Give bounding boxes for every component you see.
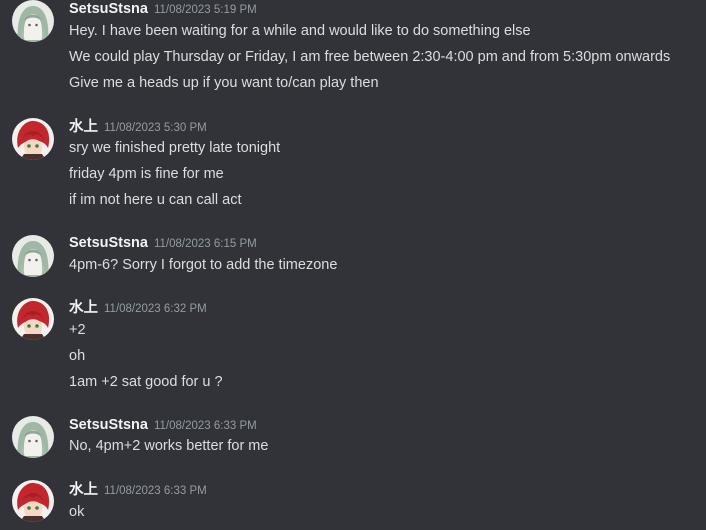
username[interactable]: SetsuStsna xyxy=(69,1,148,17)
message-text: No, 4pm+2 works better for me xyxy=(69,438,269,454)
green-haired-girl-avatar-icon xyxy=(12,416,54,458)
avatar[interactable] xyxy=(12,298,54,340)
message-text: +2 xyxy=(69,322,86,338)
avatar[interactable] xyxy=(12,118,54,160)
message-header: 水上 11/08/2023 5:30 PM xyxy=(69,117,207,138)
message-header: SetsuStsna 11/08/2023 5:19 PM xyxy=(69,0,257,20)
avatar[interactable] xyxy=(12,416,54,458)
timestamp: 11/08/2023 6:15 PM xyxy=(153,238,257,250)
red-haired-character-avatar-icon xyxy=(12,480,54,522)
username[interactable]: 水上 xyxy=(69,119,98,135)
red-haired-character-avatar-icon xyxy=(12,118,54,160)
timestamp: 11/08/2023 6:33 PM xyxy=(153,420,257,432)
red-haired-character-avatar-icon xyxy=(12,298,54,340)
message-text: oh xyxy=(69,348,86,364)
message-text: if im not here u can call act xyxy=(69,192,242,208)
green-haired-girl-avatar-icon xyxy=(12,235,54,277)
username[interactable]: 水上 xyxy=(69,482,98,498)
username[interactable]: 水上 xyxy=(69,300,98,316)
message-group: 水上 11/08/2023 6:32 PM +2 oh 1am +2 sat go… xyxy=(0,296,706,396)
avatar[interactable] xyxy=(12,0,54,42)
message-text: 4pm-6? Sorry I forgot to add the timezon… xyxy=(69,257,338,273)
avatar[interactable] xyxy=(12,480,54,522)
timestamp: 11/08/2023 5:19 PM xyxy=(153,4,257,16)
message-group: 水上 11/08/2023 6:33 PM ok xyxy=(0,478,706,530)
message-group: SetsuStsna 11/08/2023 6:15 PM 4pm-6? Sorr… xyxy=(0,233,706,281)
timestamp: 11/08/2023 6:33 PM xyxy=(104,485,207,497)
message-header: 水上 11/08/2023 6:32 PM xyxy=(69,298,207,319)
green-haired-girl-avatar-icon xyxy=(12,0,54,42)
message-text: sry we finished pretty late tonight xyxy=(69,140,281,156)
username[interactable]: SetsuStsna xyxy=(69,417,148,433)
message-header: SetsuStsna 11/08/2023 6:15 PM xyxy=(69,233,257,254)
username[interactable]: SetsuStsna xyxy=(69,235,148,251)
message-text: Give me a heads up if you want to/can pl… xyxy=(69,75,379,91)
message-text: Hey. I have been waiting for a while and… xyxy=(69,23,531,39)
message-header: SetsuStsna 11/08/2023 6:33 PM xyxy=(69,415,257,436)
timestamp: 11/08/2023 6:32 PM xyxy=(104,303,207,315)
message-group: SetsuStsna 11/08/2023 6:33 PM No, 4pm+2 w… xyxy=(0,414,706,462)
timestamp: 11/08/2023 5:30 PM xyxy=(104,122,207,134)
message-text: We could play Thursday or Friday, I am f… xyxy=(69,49,671,65)
message-group: SetsuStsna 11/08/2023 5:19 PM Hey. I have… xyxy=(0,0,706,100)
avatar[interactable] xyxy=(12,235,54,277)
message-text: ok xyxy=(69,504,85,520)
message-header: 水上 11/08/2023 6:33 PM xyxy=(69,480,207,501)
chat-messages: SetsuStsna 11/08/2023 5:19 PM Hey. I have… xyxy=(0,0,706,530)
message-text: 1am +2 sat good for u ? xyxy=(69,374,223,390)
message-group: 水上 11/08/2023 5:30 PM sry we finished pre… xyxy=(0,116,706,216)
message-text: friday 4pm is fine for me xyxy=(69,166,224,182)
